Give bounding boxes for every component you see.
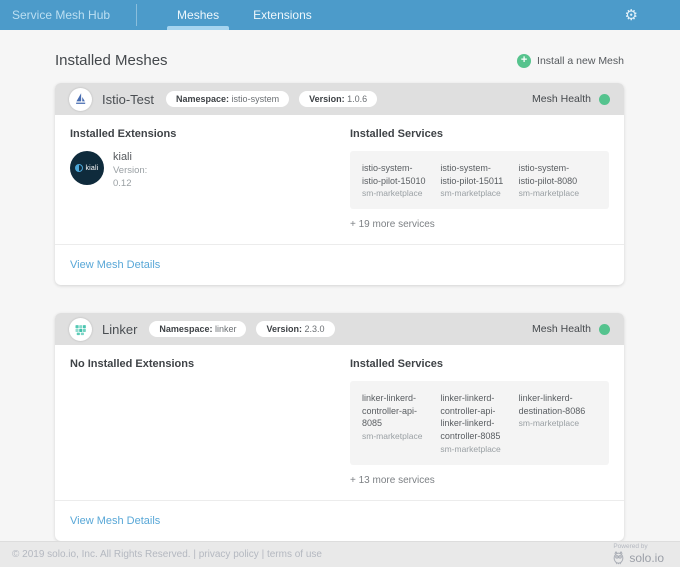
nav-right: ⚙: [625, 0, 680, 30]
copyright: © 2019 solo.io, Inc. All Rights Reserved…: [12, 549, 191, 560]
installed-services-column: Installed Services istio-system-istio-pi…: [350, 128, 609, 244]
services-box: istio-system-istio-pilot-15010 sm-market…: [350, 151, 609, 209]
view-mesh-details-link[interactable]: View Mesh Details: [70, 515, 160, 527]
version-badge: Version: 1.0.6: [299, 91, 377, 107]
tab-meshes[interactable]: Meshes: [165, 0, 231, 30]
tab-meshes-label: Meshes: [177, 8, 219, 22]
active-tab-underline: [167, 26, 229, 30]
powered-by-block: Powered by solo.io: [611, 543, 664, 565]
service-source: sm-marketplace: [362, 431, 430, 441]
no-installed-extensions-title: No Installed Extensions: [70, 358, 350, 370]
nav-tabs: Meshes Extensions: [165, 0, 334, 30]
extension-version-label: Version:: [113, 165, 147, 178]
installed-services-column: Installed Services linker-linkerd-contro…: [350, 358, 609, 499]
kiali-logo-icon: kiali: [70, 151, 104, 185]
mesh-card-istio-test: Istio-Test Namespace: istio-system Versi…: [55, 83, 624, 285]
installed-extensions-column: Installed Extensions kiali kiali Version…: [70, 128, 350, 244]
top-nav: Service Mesh Hub Meshes Extensions ⚙: [0, 0, 680, 30]
health-status-dot: [599, 324, 610, 335]
mesh-health-label: Mesh Health: [532, 323, 591, 335]
footer-separator: |: [193, 549, 196, 560]
view-mesh-details-link[interactable]: View Mesh Details: [70, 259, 160, 271]
nav-divider: [136, 4, 137, 26]
version-value: 2.3.0: [305, 324, 325, 334]
service-item: istio-system-istio-pilot-15011 sm-market…: [440, 162, 518, 198]
namespace-badge: Namespace: istio-system: [166, 91, 289, 107]
service-item: linker-linkerd-controller-api-8085 sm-ma…: [362, 392, 440, 453]
copyright-text: © 2019 solo.io, Inc. All Rights Reserved…: [12, 549, 322, 560]
kiali-ring-glyph: [75, 164, 83, 172]
service-name: istio-system-istio-pilot-15011: [440, 162, 508, 187]
mesh-card-footer: View Mesh Details: [55, 500, 624, 541]
service-name: linker-linkerd-controller-api-linker-lin…: [440, 392, 508, 442]
privacy-policy-link[interactable]: privacy policy: [199, 549, 259, 560]
mesh-card-header: Istio-Test Namespace: istio-system Versi…: [55, 83, 624, 115]
namespace-label: Namespace:: [159, 324, 212, 334]
service-source: sm-marketplace: [440, 444, 508, 454]
mesh-name: Istio-Test: [102, 92, 154, 107]
service-source: sm-marketplace: [440, 188, 508, 198]
service-item: istio-system-istio-pilot-15010 sm-market…: [362, 162, 440, 198]
mesh-card-body: Installed Extensions kiali kiali Version…: [55, 115, 624, 244]
linkerd-logo-icon: [69, 318, 92, 341]
page-header: Installed Meshes + Install a new Mesh: [55, 52, 624, 69]
namespace-label: Namespace:: [176, 94, 229, 104]
istio-logo-icon: [69, 88, 92, 111]
namespace-value: istio-system: [232, 94, 280, 104]
mesh-card-body: No Installed Extensions Installed Servic…: [55, 345, 624, 499]
page-footer: © 2019 solo.io, Inc. All Rights Reserved…: [0, 541, 680, 567]
namespace-badge: Namespace: linker: [149, 321, 246, 337]
solo-owl-icon: [611, 550, 626, 565]
tab-extensions[interactable]: Extensions: [241, 0, 324, 30]
service-item: linker-linkerd-controller-api-linker-lin…: [440, 392, 518, 453]
services-box: linker-linkerd-controller-api-8085 sm-ma…: [350, 381, 609, 464]
service-source: sm-marketplace: [519, 418, 587, 428]
version-label: Version:: [266, 324, 302, 334]
service-source: sm-marketplace: [519, 188, 587, 198]
install-new-mesh-label: Install a new Mesh: [537, 55, 624, 67]
service-name: istio-system-istio-pilot-15010: [362, 162, 430, 187]
extension-item-kiali: kiali kiali Version: 0.12: [70, 151, 350, 191]
installed-services-title: Installed Services: [350, 358, 609, 370]
mesh-name: Linker: [102, 322, 137, 337]
solo-brand-text: solo.io: [629, 551, 664, 565]
more-services-text: + 13 more services: [350, 475, 609, 486]
gear-icon[interactable]: ⚙: [625, 8, 638, 23]
app-title[interactable]: Service Mesh Hub: [0, 0, 136, 30]
mesh-health: Mesh Health: [532, 93, 610, 105]
service-source: sm-marketplace: [362, 188, 430, 198]
install-new-mesh-button[interactable]: + Install a new Mesh: [517, 54, 624, 68]
version-label: Version:: [309, 94, 345, 104]
health-status-dot: [599, 94, 610, 105]
service-item: istio-system-istio-pilot-8080 sm-marketp…: [519, 162, 597, 198]
installed-services-title: Installed Services: [350, 128, 609, 140]
mesh-health-label: Mesh Health: [532, 93, 591, 105]
main-content: Installed Meshes + Install a new Mesh Is…: [0, 30, 680, 541]
more-services-text: + 19 more services: [350, 219, 609, 230]
service-item: linker-linkerd-destination-8086 sm-marke…: [519, 392, 597, 453]
extension-name: kiali: [113, 151, 147, 163]
mesh-health: Mesh Health: [532, 323, 610, 335]
version-badge: Version: 2.3.0: [256, 321, 334, 337]
installed-extensions-title: Installed Extensions: [70, 128, 350, 140]
extension-version-value: 0.12: [113, 178, 147, 191]
page-title: Installed Meshes: [55, 52, 168, 69]
terms-of-use-link[interactable]: terms of use: [267, 549, 322, 560]
kiali-word: kiali: [85, 165, 98, 172]
plus-icon: +: [517, 54, 531, 68]
version-value: 1.0.6: [347, 94, 367, 104]
service-name: linker-linkerd-controller-api-8085: [362, 392, 430, 430]
service-name: istio-system-istio-pilot-8080: [519, 162, 587, 187]
footer-separator: |: [262, 549, 265, 560]
service-name: linker-linkerd-destination-8086: [519, 392, 587, 417]
tab-extensions-label: Extensions: [253, 8, 312, 22]
installed-extensions-column: No Installed Extensions: [70, 358, 350, 499]
mesh-card-footer: View Mesh Details: [55, 244, 624, 285]
powered-by-label: Powered by: [613, 543, 647, 550]
mesh-card-linker: Linker Namespace: linker Version: 2.3.0 …: [55, 313, 624, 540]
mesh-card-header: Linker Namespace: linker Version: 2.3.0 …: [55, 313, 624, 345]
namespace-value: linker: [215, 324, 237, 334]
